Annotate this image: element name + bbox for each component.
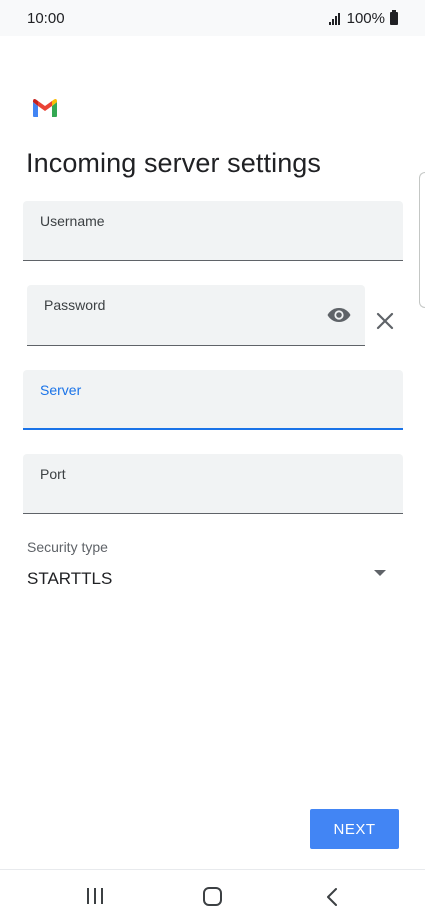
dropdown-arrow-icon xyxy=(374,570,386,576)
page-title: Incoming server settings xyxy=(26,148,322,178)
port-input[interactable] xyxy=(40,487,344,505)
port-field[interactable]: Port xyxy=(23,454,403,514)
server-input[interactable] xyxy=(40,402,344,420)
status-time: 10:00 xyxy=(27,10,65,27)
port-label: Port xyxy=(40,466,66,482)
screen: 10:00 100% Incoming server settings User… xyxy=(0,0,425,922)
battery-icon xyxy=(390,10,398,25)
password-field[interactable]: Password xyxy=(27,285,365,346)
signal-icon xyxy=(328,12,343,25)
username-field[interactable]: Username xyxy=(23,201,403,261)
password-label: Password xyxy=(44,297,106,313)
back-icon[interactable] xyxy=(325,887,339,907)
gmail-logo-icon xyxy=(33,99,57,117)
battery-percentage: 100% xyxy=(346,10,385,27)
edge-panel-handle[interactable] xyxy=(419,172,425,308)
server-field[interactable]: Server xyxy=(23,370,403,430)
security-type-label: Security type xyxy=(27,539,108,555)
username-label: Username xyxy=(40,213,105,229)
home-icon[interactable] xyxy=(203,887,222,906)
navigation-bar xyxy=(0,869,425,922)
close-icon[interactable] xyxy=(374,310,396,332)
security-type-dropdown[interactable]: STARTTLS xyxy=(27,562,397,596)
username-input[interactable] xyxy=(40,234,344,252)
status-bar: 10:00 100% xyxy=(0,0,425,36)
eye-icon[interactable] xyxy=(326,305,352,325)
status-indicators: 100% xyxy=(328,10,398,27)
server-label: Server xyxy=(40,382,82,398)
password-input[interactable] xyxy=(44,319,315,337)
next-button[interactable]: NEXT xyxy=(310,809,399,849)
recents-icon[interactable] xyxy=(86,888,104,904)
security-type-value: STARTTLS xyxy=(27,569,113,588)
